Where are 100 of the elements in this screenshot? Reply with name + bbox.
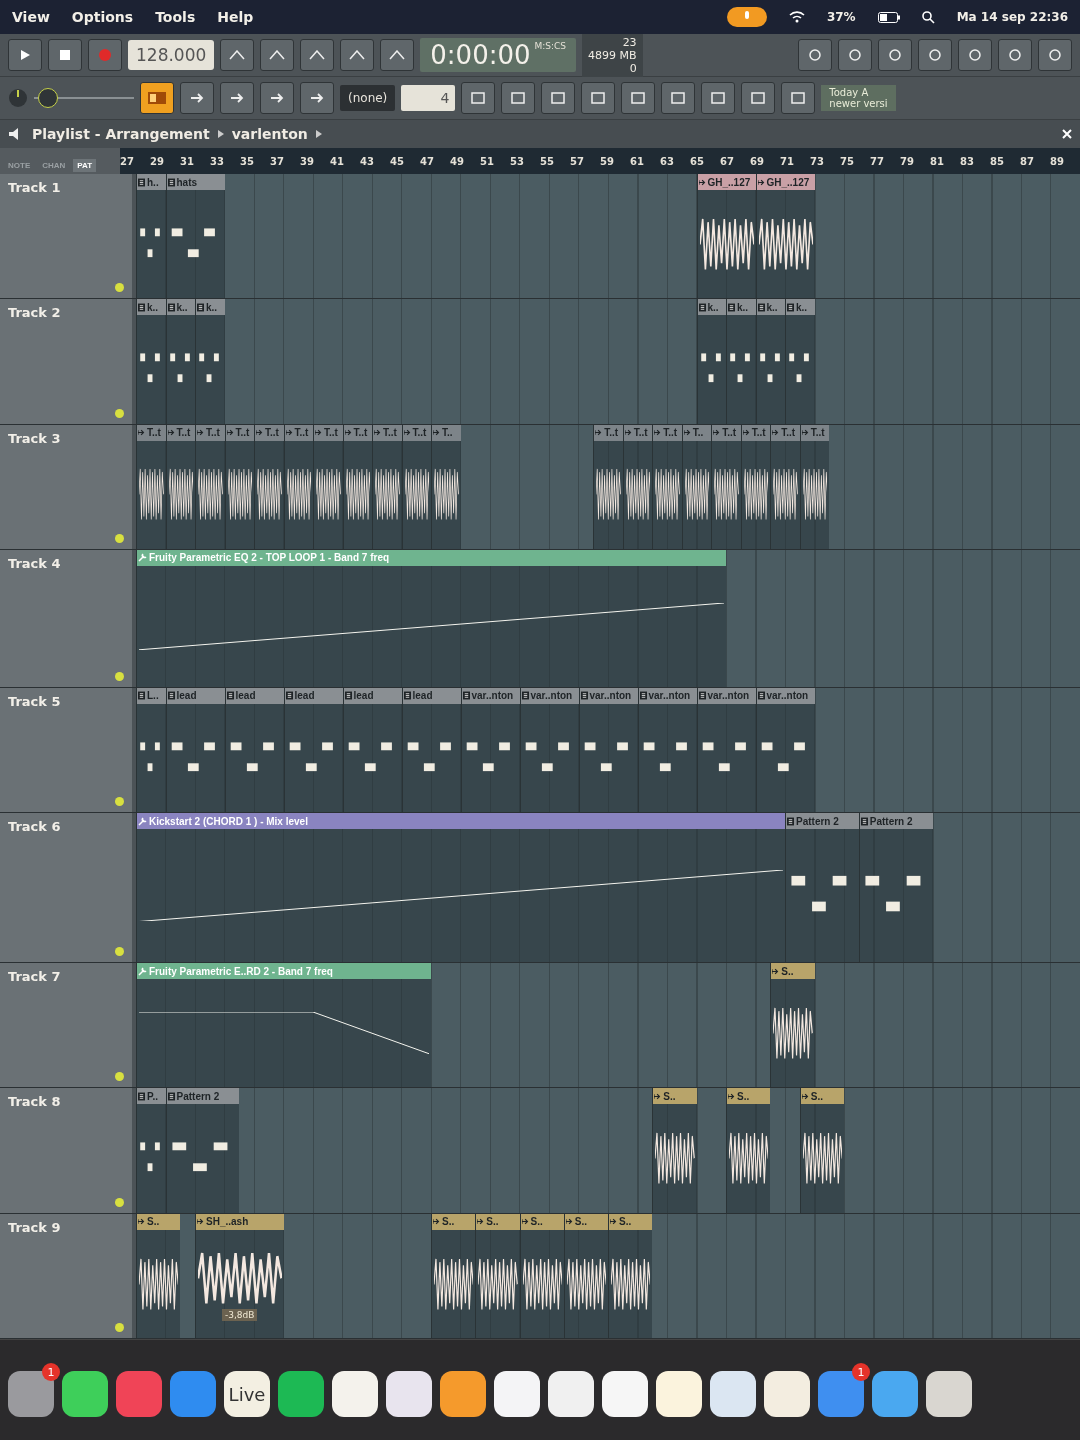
track-header[interactable]: Track 9 [0,1213,136,1338]
clip-label: T..t [353,427,368,439]
audio-clip[interactable]: S.. [726,1088,771,1213]
menu-item[interactable]: View [12,9,50,25]
audio-clip[interactable]: S.. [799,1088,844,1213]
pattern-selector[interactable]: (none) [340,85,396,111]
pattern-clip[interactable]: k.. [755,299,785,424]
pattern-clip[interactable]: var..nton [460,687,520,813]
audio-clip[interactable]: S.. [770,963,815,1088]
bar-number: 39 [300,155,315,167]
track-header[interactable]: Track 3 [0,424,136,549]
track-lane[interactable]: Fruity Parametric E..RD 2 - Band 7 freq S.. [136,963,1080,1088]
audio-clip[interactable]: T..t [652,424,682,549]
menu-item[interactable]: Tools [155,9,196,25]
track-header[interactable]: Track 2 [0,299,136,424]
menu-item[interactable]: Options [71,9,134,25]
clip-label: T..t [633,427,648,439]
pattern-clip[interactable]: var..nton [755,687,815,813]
automation-clip[interactable]: Kickstart 2 (CHORD 1 ) - Mix level [136,813,785,963]
picker-tab[interactable]: CHAN [38,159,70,172]
audio-clip[interactable]: T..t [372,424,402,549]
pattern-clip[interactable]: k.. [785,299,815,424]
pattern-clip[interactable]: lead [283,687,343,813]
tempo-display[interactable]: 128.000 [128,40,215,70]
snap-value-field[interactable]: 4 [401,85,456,111]
pattern-clip[interactable]: Pattern 2 [858,813,933,963]
pattern-clip[interactable]: k.. [195,299,225,424]
audio-clip[interactable]: T..t [593,424,623,549]
track-lane[interactable]: P.. Pattern 2 S.. S.. S.. [136,1088,1080,1213]
track-header[interactable]: Track 7 [0,963,136,1088]
automation-clip[interactable]: Fruity Parametric E..RD 2 - Band 7 freq [136,963,431,1088]
track-header[interactable]: Track 8 [0,1088,136,1213]
audio-clip[interactable]: S.. [652,1088,697,1213]
audio-clip[interactable]: T..t [799,424,830,549]
track-lane[interactable]: L.. lead lead lead lead lead var..nton var..nton var..nton var..nton var..nton var..nton [136,687,1080,813]
audio-clip[interactable]: S.. [431,1213,476,1338]
pattern-clip[interactable]: Pattern 2 [165,1088,240,1213]
pattern-clip[interactable]: lead [165,687,225,813]
audio-clip[interactable]: T..t [224,424,254,549]
menu-item[interactable]: Help [217,9,254,25]
audio-clip[interactable]: T..t [740,424,771,549]
pattern-clip[interactable]: k.. [696,299,726,424]
audio-clip[interactable]: T..t [401,424,431,549]
audio-clip[interactable]: GH_..127 [755,174,815,299]
automation-clip[interactable]: Fruity Parametric EQ 2 - TOP LOOP 1 - Band 7 freq [136,549,726,687]
audio-clip[interactable]: SH_..ash -3,8dB [195,1213,284,1338]
track-header[interactable]: Track 4 [0,549,136,687]
audio-clip[interactable]: T..t [165,424,195,549]
timeline-ruler[interactable]: 27 29 31 33 35 37 39 41 43 45 47 49 51 53 55 57 59 61 63 65 67 69 71 73 75 77 79 81 83 85 87 89 [120,148,1080,174]
memory-reading: 4899 MB [588,48,637,62]
picker-tab[interactable]: PAT [73,159,97,172]
clip-label: hats [176,176,198,188]
pattern-clip[interactable]: Pattern 2 [785,813,859,963]
track-lane[interactable]: Kickstart 2 (CHORD 1 ) - Mix level Pattern 2 Pattern 2 [136,813,1080,963]
pattern-clip[interactable]: hats [165,174,225,299]
clip-label: var..nton [648,690,691,702]
track-lane[interactable]: S.. SH_..ash -3,8dB S.. S.. S.. S.. S.. [136,1213,1080,1338]
track-lane[interactable]: k.. k.. k.. k.. k.. k.. k.. [136,299,1080,424]
audio-clip[interactable]: T.. [681,424,712,549]
audio-clip[interactable]: T.. [431,424,461,549]
audio-clip[interactable]: T..t [136,424,166,549]
audio-clip[interactable]: T..t [313,424,343,549]
audio-clip[interactable]: S.. [563,1213,608,1338]
audio-clip[interactable]: T..t [254,424,284,549]
track-lane[interactable]: h.. hats GH_..127 GH_..127 [136,174,1080,299]
track-lane[interactable]: T..t T..t T..t T..t T..t T..t T..t T..t T..t T..t T.. T..t T..t T..t T.. T..t T..t T..t T..t [136,424,1080,549]
pattern-clip[interactable]: lead [224,687,284,813]
audio-clip[interactable]: S.. [136,1213,181,1338]
audio-clip[interactable]: T..t [342,424,372,549]
picker-tab[interactable]: NOTE [4,159,35,172]
pattern-breadcrumb[interactable]: varlenton [231,126,308,142]
track-header[interactable]: Track 1 [0,174,136,299]
track-header[interactable]: Track 6 [0,813,136,963]
audio-clip[interactable]: S.. [608,1213,653,1338]
audio-clip[interactable]: S.. [519,1213,564,1338]
pattern-clip[interactable]: L.. [136,687,166,813]
audio-clip[interactable]: T..t [622,424,653,549]
pattern-clip[interactable]: var..nton [637,687,697,813]
track-header[interactable]: Track 5 [0,687,136,813]
pattern-clip[interactable]: P.. [136,1088,166,1213]
pattern-clip[interactable]: lead [401,687,461,813]
pattern-clip[interactable]: h.. [136,174,166,299]
pattern-clip[interactable]: lead [342,687,402,813]
audio-clip[interactable]: T..t [283,424,313,549]
track-lane[interactable]: Fruity Parametric EQ 2 - TOP LOOP 1 - Band 7 freq [136,549,1080,687]
audio-clip[interactable]: S.. [475,1213,520,1338]
pattern-clip[interactable]: k.. [726,299,756,424]
app-icon[interactable]: Live [224,1371,270,1417]
audio-clip[interactable]: T..t [195,424,225,549]
clip-label: T..t [235,427,250,439]
pattern-clip[interactable]: var..nton [578,687,638,813]
clip-label: T..t [751,427,766,439]
audio-clip[interactable]: T..t [711,424,741,549]
pattern-clip[interactable]: k.. [136,299,166,424]
news-panel[interactable]: Today A newer versi [821,85,896,111]
pattern-clip[interactable]: var..nton [519,687,579,813]
pattern-clip[interactable]: var..nton [696,687,756,813]
pattern-clip[interactable]: k.. [165,299,195,424]
audio-clip[interactable]: T..t [770,424,800,549]
audio-clip[interactable]: GH_..127 [696,174,756,299]
